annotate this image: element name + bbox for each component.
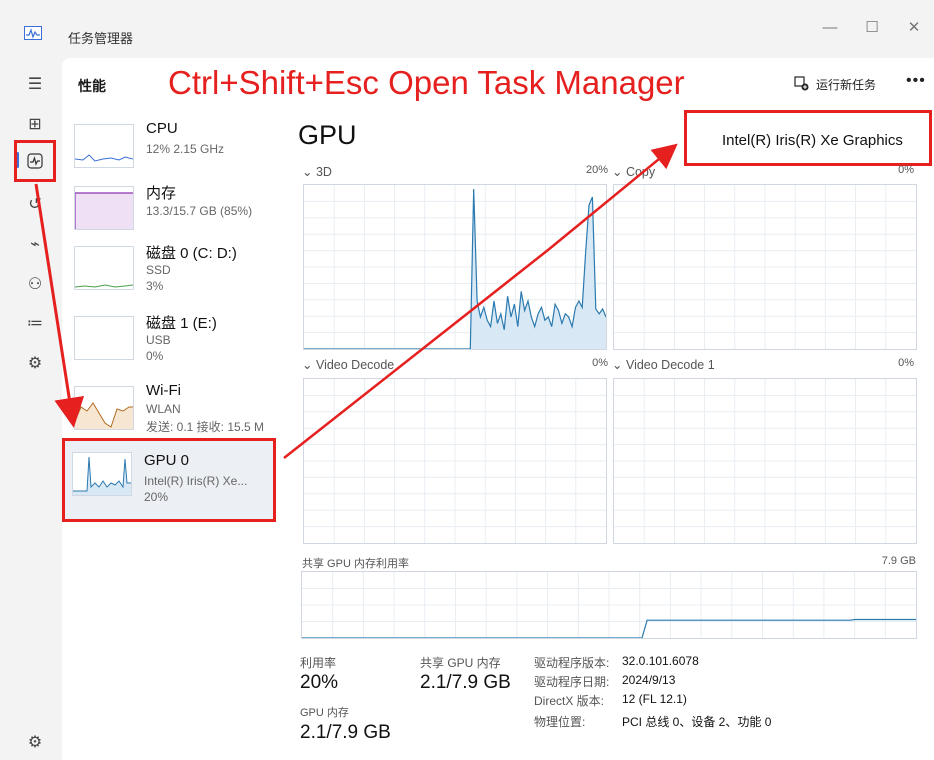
app-history-icon[interactable]: ↺ — [22, 192, 48, 218]
device-name: 内存 — [146, 185, 177, 202]
processes-icon[interactable]: ⊞ — [22, 112, 48, 138]
gpu-title: GPU — [298, 120, 357, 150]
details-icon[interactable]: ≔ — [22, 311, 48, 337]
run-task-icon — [794, 76, 810, 92]
startup-apps-icon[interactable]: ⌁ — [22, 232, 48, 258]
device-usage: 3% — [146, 279, 164, 293]
device-item-memory[interactable]: 内存 13.3/15.7 GB (85%) — [64, 182, 274, 246]
services-icon[interactable]: ⚙ — [22, 351, 48, 377]
device-name: Wi-Fi — [146, 382, 181, 399]
task-manager-app-icon — [24, 26, 42, 40]
device-name: 磁盘 1 (E:) — [146, 315, 217, 332]
more-options-button[interactable]: ••• — [906, 72, 926, 90]
device-item-wifi[interactable]: Wi-Fi WLAN 发送: 0.1 接收: 15.5 M — [64, 382, 274, 446]
device-name: CPU — [146, 120, 178, 137]
performance-tab-highlight — [14, 140, 56, 182]
minimize-button[interactable]: — — [810, 14, 850, 42]
device-type: SSD — [146, 263, 171, 277]
shared-memory-value: 2.1/7.9 GB — [420, 672, 511, 693]
gpu-memory-label: GPU 内存 — [300, 707, 349, 719]
physical-location-value: PCI 总线 0、设备 2、功能 0 — [622, 715, 772, 729]
graph-pct-3d: 20% — [585, 164, 608, 176]
annotation-caption: Ctrl+Shift+Esc Open Task Manager — [168, 64, 685, 101]
device-usage: 0% — [146, 349, 164, 363]
driver-date-key: 驱动程序日期: — [534, 675, 610, 689]
device-type: WLAN — [146, 402, 181, 416]
cpu-thumbnail — [74, 124, 134, 168]
utilization-label: 利用率 — [300, 656, 337, 670]
graph-title-label: Video Decode — [315, 358, 395, 372]
device-item-cpu[interactable]: CPU 12% 2.15 GHz — [64, 120, 274, 184]
disk1-thumbnail — [74, 316, 134, 360]
graph-title-video-decode[interactable]: ⌄ Video Decode — [302, 357, 394, 372]
graph-title-video-decode-1[interactable]: ⌄ Video Decode 1 — [612, 357, 715, 372]
device-item-disk1[interactable]: 磁盘 1 (E:) USB 0% — [64, 312, 274, 376]
gpu-memory-value: 2.1/7.9 GB — [300, 722, 391, 743]
wifi-thumbnail — [74, 386, 134, 430]
graph-pct-video-decode-1: 0% — [898, 357, 914, 369]
driver-version-key: 驱动程序版本: — [534, 656, 610, 670]
device-detail: 13.3/15.7 GB (85%) — [146, 204, 253, 218]
gpu-model-name: Intel(R) Iris(R) Xe Graphics — [722, 132, 903, 149]
close-button[interactable]: ✕ — [894, 14, 934, 42]
hamburger-icon[interactable]: ☰ — [22, 72, 48, 98]
graph-title-3d[interactable]: ⌄ 3D — [302, 164, 332, 179]
graph-pct-copy: 0% — [898, 164, 914, 176]
graph-title-label: 3D — [315, 165, 332, 179]
device-throughput: 发送: 0.1 接收: 15.5 M — [146, 420, 265, 434]
gpu-item-highlight — [62, 438, 276, 522]
shared-memory-graph-title: 共享 GPU 内存利用率 — [302, 558, 409, 570]
directx-version-value: 12 (FL 12.1) — [622, 692, 687, 706]
graph-copy — [613, 184, 917, 350]
device-item-disk0[interactable]: 磁盘 0 (C: D:) SSD 3% — [64, 242, 274, 306]
run-new-task-button[interactable]: 运行新任务 — [816, 76, 876, 93]
page-title: 性能 — [78, 78, 106, 94]
memory-thumbnail — [74, 186, 134, 230]
driver-version-value: 32.0.101.6078 — [622, 654, 699, 668]
settings-icon[interactable]: ⚙ — [22, 730, 48, 756]
utilization-value: 20% — [300, 672, 339, 693]
graph-title-label: Video Decode 1 — [625, 358, 715, 372]
graph-shared-memory — [301, 571, 917, 639]
device-detail: 12% 2.15 GHz — [146, 142, 225, 156]
graph-3d — [303, 184, 607, 350]
graph-title-copy[interactable]: ⌄ Copy — [612, 164, 655, 179]
graph-title-label: Copy — [625, 165, 656, 179]
shared-memory-graph-max: 7.9 GB — [881, 555, 916, 567]
disk0-thumbnail — [74, 246, 134, 290]
maximize-button[interactable]: ☐ — [852, 14, 892, 42]
driver-date-value: 2024/9/13 — [622, 673, 676, 687]
directx-version-key: DirectX 版本: — [534, 694, 605, 708]
graph-video-decode-1 — [613, 378, 917, 544]
title-bar — [0, 0, 934, 58]
shared-memory-label: 共享 GPU 内存 — [420, 656, 501, 670]
device-type: USB — [146, 333, 171, 347]
window-title: 任务管理器 — [68, 31, 134, 46]
graph-video-decode — [303, 378, 607, 544]
graph-pct-video-decode: 0% — [592, 357, 608, 369]
users-icon[interactable]: ⚇ — [22, 272, 48, 298]
physical-location-key: 物理位置: — [534, 715, 586, 729]
device-name: 磁盘 0 (C: D:) — [146, 245, 237, 262]
